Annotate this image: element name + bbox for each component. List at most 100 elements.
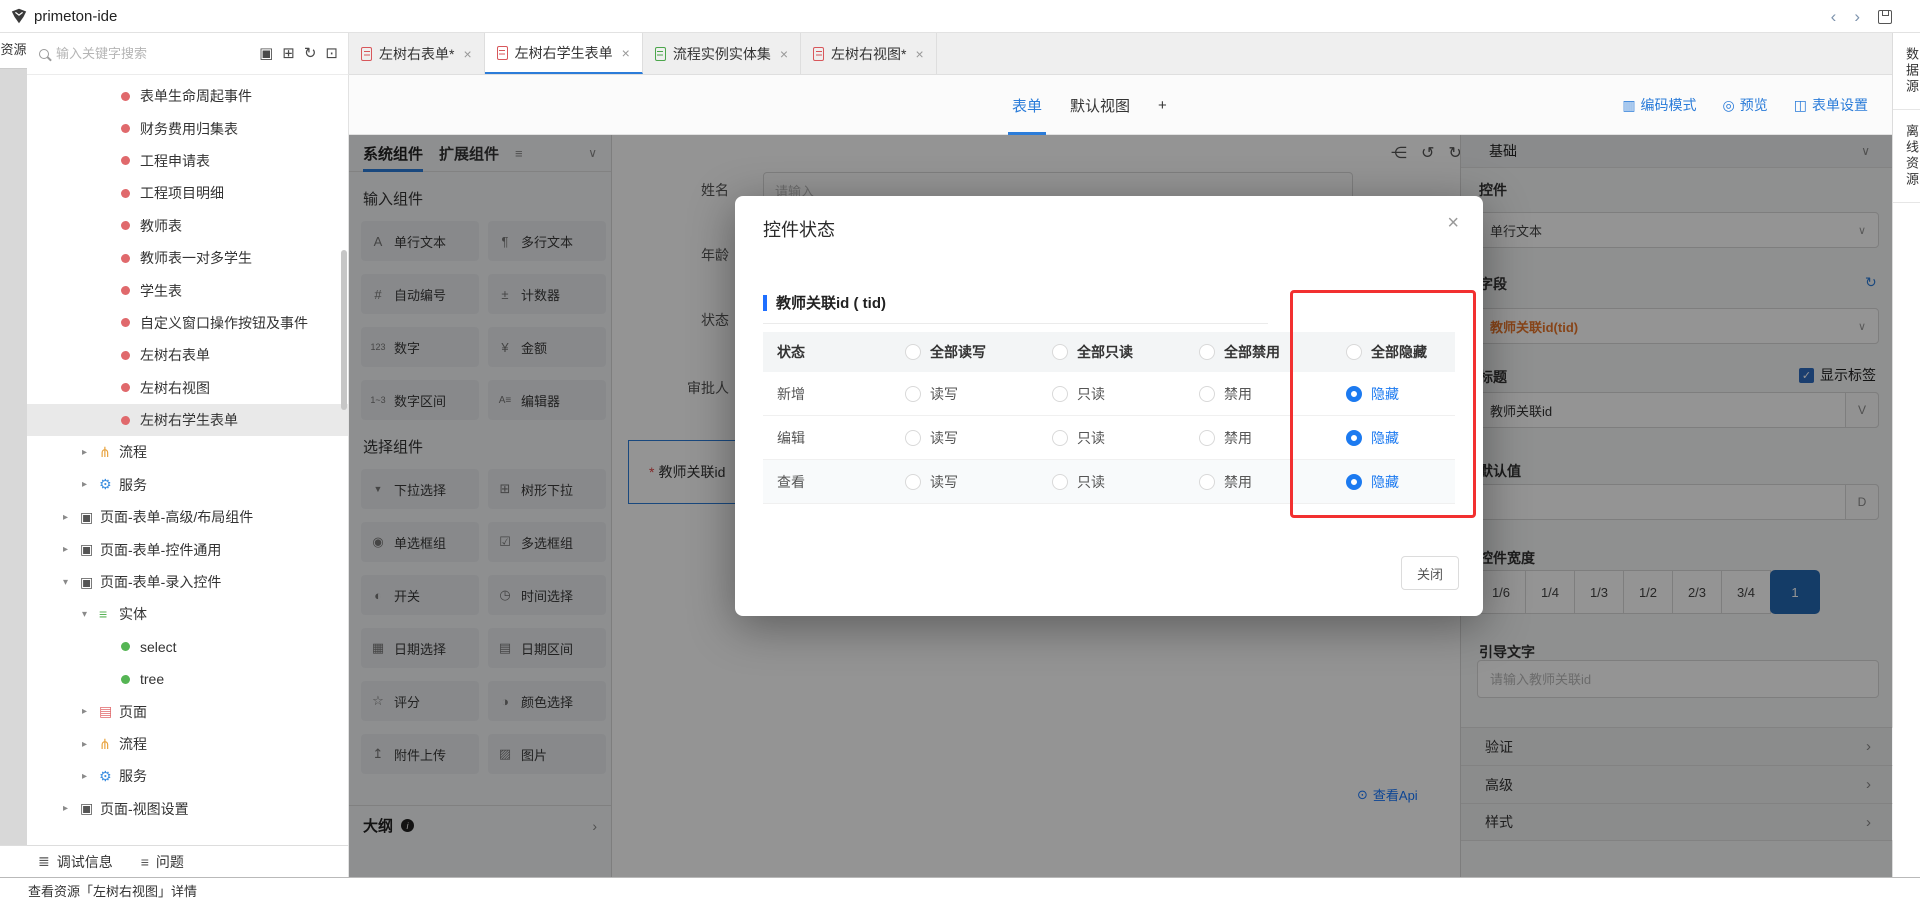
- doc-tab[interactable]: 左树右表单*×: [349, 33, 485, 74]
- tree-item[interactable]: ▸▤页面: [27, 695, 348, 727]
- radio-readwrite[interactable]: [905, 430, 921, 446]
- chevron-right-icon[interactable]: ▸: [82, 771, 99, 782]
- chevron-right-icon[interactable]: ▸: [82, 706, 99, 717]
- close-button[interactable]: 关闭: [1401, 556, 1459, 590]
- close-icon[interactable]: ×: [463, 46, 471, 62]
- chevron-down-icon[interactable]: ▾: [63, 577, 80, 588]
- refresh-icon[interactable]: ↻: [304, 46, 317, 61]
- close-icon[interactable]: ×: [1447, 212, 1459, 235]
- tree-item[interactable]: ▸▣页面-表单-高级/布局组件: [27, 501, 348, 533]
- tree-item-label: 流程: [119, 442, 147, 462]
- close-icon[interactable]: ×: [780, 46, 788, 62]
- chevron-right-icon[interactable]: ▸: [63, 544, 80, 555]
- tree-item[interactable]: ▸⚙服务: [27, 760, 348, 792]
- preview-icon: ◎: [1723, 97, 1735, 114]
- chevron-right-icon[interactable]: ▸: [63, 803, 80, 814]
- datasource-rail-tab[interactable]: 数据源: [1893, 33, 1920, 110]
- tree-item-label: 服务: [119, 475, 147, 495]
- radio-disabled[interactable]: [1199, 386, 1215, 402]
- form-dot-icon: [121, 221, 130, 230]
- radio-disabled[interactable]: [1199, 430, 1215, 446]
- radio-all-readonly[interactable]: [1052, 344, 1068, 360]
- save-icon[interactable]: [1878, 10, 1892, 24]
- doc-tab[interactable]: 流程实例实体集×: [643, 33, 801, 74]
- tree-item-selected[interactable]: 左树右学生表单: [27, 404, 348, 436]
- code-mode-label: 编码模式: [1641, 95, 1697, 115]
- tab-form[interactable]: 表单: [1012, 95, 1042, 116]
- form-settings-button[interactable]: ◫表单设置: [1794, 95, 1868, 115]
- tree-item[interactable]: ▸⋔流程: [27, 728, 348, 760]
- close-icon[interactable]: ×: [622, 45, 630, 61]
- chevron-down-icon[interactable]: ▾: [82, 609, 99, 620]
- form-dot-icon: [121, 416, 130, 425]
- app-logo-icon: [10, 7, 28, 25]
- tree-item[interactable]: ▾≡实体: [27, 598, 348, 630]
- search-input[interactable]: [56, 46, 250, 61]
- doc-tab-active[interactable]: 左树右学生表单×: [485, 33, 643, 74]
- doc-tab[interactable]: 左树右视图*×: [801, 33, 937, 74]
- tree-item[interactable]: 工程申请表: [27, 145, 348, 177]
- radio-readwrite[interactable]: [905, 386, 921, 402]
- back-icon[interactable]: ‹: [1831, 7, 1837, 27]
- tree-item[interactable]: tree: [27, 663, 348, 695]
- chevron-right-icon[interactable]: ▸: [82, 479, 99, 490]
- tree-item-label: 自定义窗口操作按钮及事件: [140, 313, 308, 333]
- close-icon[interactable]: ×: [915, 46, 923, 62]
- problems-button[interactable]: ≡问题: [141, 852, 184, 872]
- database-icon: ≡: [99, 606, 119, 622]
- chevron-right-icon[interactable]: ▸: [63, 512, 80, 523]
- search-icon: [39, 49, 49, 59]
- radio-readonly[interactable]: [1052, 386, 1068, 402]
- code-mode-button[interactable]: ▥编码模式: [1622, 95, 1696, 115]
- tree-item-label: 财务费用归集表: [140, 119, 238, 139]
- package-icon: ▣: [80, 800, 100, 817]
- form-dot-icon: [121, 286, 130, 295]
- tree-item-label: 页面-视图设置: [100, 799, 189, 819]
- tree-item-label: 工程申请表: [140, 151, 210, 171]
- tree-item-label: 服务: [119, 766, 147, 786]
- tree-item[interactable]: 表单生命周起事件: [27, 80, 348, 112]
- tree-item[interactable]: ▸⋔流程: [27, 436, 348, 468]
- sidebar-scrollbar[interactable]: [341, 250, 347, 410]
- tree-item[interactable]: 学生表: [27, 274, 348, 306]
- tree-item-label: 学生表: [140, 281, 182, 301]
- column-header: 全部读写: [930, 342, 986, 362]
- radio-readonly[interactable]: [1052, 430, 1068, 446]
- radio-readonly[interactable]: [1052, 474, 1068, 490]
- radio-all-disabled[interactable]: [1199, 344, 1215, 360]
- tree-item[interactable]: ▸▣页面-表单-控件通用: [27, 533, 348, 565]
- option-label: 读写: [930, 384, 958, 404]
- tree-item[interactable]: 左树右视图: [27, 372, 348, 404]
- copy-icon[interactable]: ⊡: [325, 46, 338, 61]
- tree-item[interactable]: 工程项目明细: [27, 177, 348, 209]
- chevron-right-icon[interactable]: ▸: [82, 447, 99, 458]
- tree-item[interactable]: ▸▣页面-视图设置: [27, 793, 348, 825]
- radio-all-readwrite[interactable]: [905, 344, 921, 360]
- tree-item[interactable]: 财务费用归集表: [27, 112, 348, 144]
- form-settings-icon: ◫: [1794, 97, 1807, 114]
- debug-icon: ≣: [38, 853, 50, 870]
- preview-button[interactable]: ◎预览: [1723, 95, 1768, 115]
- forward-icon[interactable]: ›: [1854, 7, 1860, 27]
- tree-item[interactable]: 教师表: [27, 210, 348, 242]
- debug-info-button[interactable]: ≣调试信息: [38, 852, 113, 872]
- tree-item[interactable]: ▸⚙服务: [27, 469, 348, 501]
- new-folder-icon[interactable]: ⊞: [282, 46, 295, 61]
- import-icon[interactable]: ▣: [259, 46, 273, 61]
- tree-item[interactable]: 左树右表单: [27, 339, 348, 371]
- resources-rail-tab[interactable]: 资源: [0, 33, 27, 69]
- offline-resource-rail-tab[interactable]: 离线资源: [1893, 110, 1920, 203]
- tree-item[interactable]: ▾▣页面-表单-录入控件: [27, 566, 348, 598]
- radio-readwrite[interactable]: [905, 474, 921, 490]
- problems-label: 问题: [156, 852, 184, 872]
- tree-item[interactable]: select: [27, 631, 348, 663]
- tree-item[interactable]: 自定义窗口操作按钮及事件: [27, 307, 348, 339]
- chevron-right-icon[interactable]: ▸: [82, 739, 99, 750]
- tree-item-label: 左树右表单: [140, 345, 210, 365]
- status-text: 查看资源「左树右视图」详情: [28, 881, 197, 900]
- tree-item[interactable]: 教师表一对多学生: [27, 242, 348, 274]
- add-view-button[interactable]: +: [1158, 97, 1167, 114]
- tab-default-view[interactable]: 默认视图: [1070, 95, 1130, 116]
- radio-disabled[interactable]: [1199, 474, 1215, 490]
- document-tab-bar: 左树右表单*× 左树右学生表单× 流程实例实体集× 左树右视图*×: [349, 33, 1892, 75]
